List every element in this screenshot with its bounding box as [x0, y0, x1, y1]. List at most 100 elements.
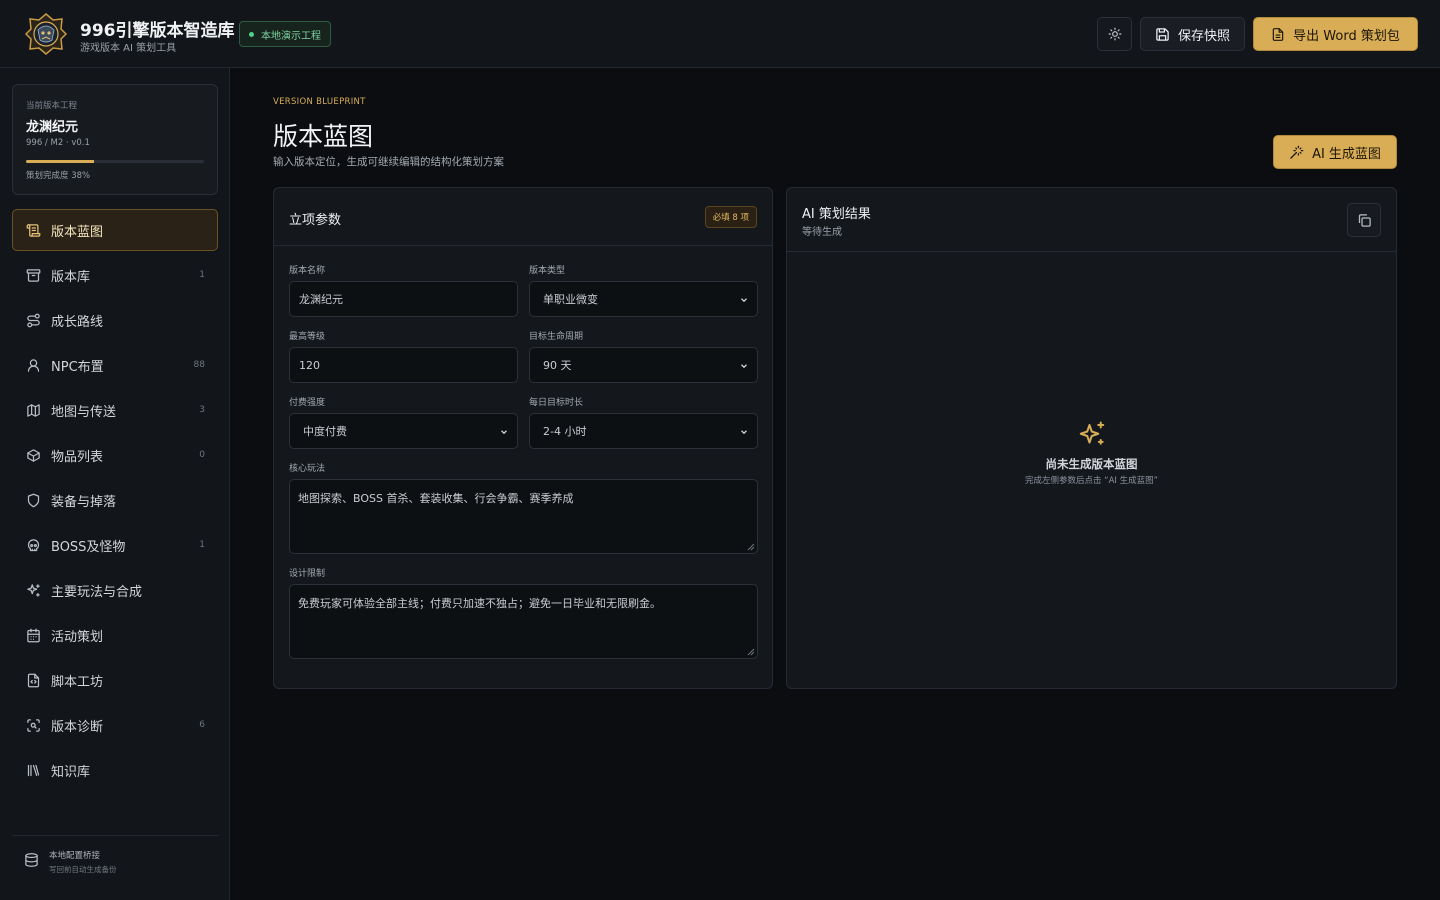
- version-name-label: 版本名称: [289, 266, 326, 276]
- sidebar-item-blueprint[interactable]: 版本蓝图: [12, 209, 218, 251]
- sidebar-item-label: 脚本工坊: [51, 674, 104, 690]
- document-icon: [1272, 27, 1284, 41]
- progress-text: 策划完成度 38%: [26, 171, 91, 181]
- export-word-label: 导出 Word 策划包: [1293, 28, 1400, 44]
- config-bridge-sub: 写回前自动生成备份: [49, 865, 117, 874]
- scan-icon: [25, 717, 41, 733]
- sidebar-item-equipment[interactable]: 装备与掉落: [12, 479, 218, 521]
- result-title: AI 策划结果: [802, 207, 871, 222]
- skull-icon: [25, 537, 41, 553]
- max-level-label: 最高等级: [289, 332, 326, 342]
- sidebar-item-label: 活动策划: [51, 629, 104, 645]
- ai-generate-label: AI 生成蓝图: [1312, 146, 1381, 162]
- sidebar-nav: 版本蓝图 版本库 1 成长路线 NPC布置 88 地图与传送 3 物品列表 0 …: [12, 209, 218, 794]
- sparkles-icon: [25, 582, 41, 598]
- sidebar-item-label: 主要玩法与合成: [51, 584, 143, 600]
- sidebar-item-npc[interactable]: NPC布置 88: [12, 344, 218, 386]
- sidebar-item-label: NPC布置: [51, 359, 104, 375]
- ai-generate-button[interactable]: AI 生成蓝图: [1273, 135, 1397, 169]
- progress-fill: [26, 160, 94, 163]
- calendar-icon: [25, 627, 41, 643]
- config-bridge-status: 本地配置桥接 写回前自动生成备份: [12, 835, 218, 885]
- resize-grip-icon[interactable]: [747, 543, 755, 551]
- export-word-button[interactable]: 导出 Word 策划包: [1253, 17, 1418, 51]
- pay-level-value: 中度付费: [303, 425, 347, 438]
- sidebar-item-events[interactable]: 活动策划: [12, 614, 218, 656]
- daily-time-select[interactable]: 2-4 小时: [529, 413, 758, 449]
- script-icon: [25, 672, 41, 688]
- ai-result-panel: AI 策划结果 等待生成 尚未生成版本蓝图 完成左侧参数后点击 “AI 生成蓝图…: [786, 187, 1397, 689]
- core-gameplay-textarea[interactable]: 地图探索、BOSS 首杀、套装收集、行会争霸、赛季养成: [289, 479, 758, 554]
- version-name-input[interactable]: 龙渊纪元: [289, 281, 518, 317]
- sidebar-item-knowledge[interactable]: 知识库: [12, 749, 218, 791]
- sun-icon: [1108, 27, 1121, 41]
- panel-title: 立项参数: [289, 213, 342, 228]
- daily-time-value: 2-4 小时: [543, 425, 587, 438]
- constraints-value: 免费玩家可体验全部主线；付费只加速不独占；避免一日毕业和无限刷金。: [298, 597, 661, 610]
- chevron-down-icon: [741, 298, 747, 303]
- page-subtitle: 输入版本定位，生成可继续编辑的结构化策划方案: [273, 156, 504, 168]
- sidebar-item-label: 装备与掉落: [51, 494, 117, 510]
- chevron-down-icon: [501, 430, 507, 435]
- library-icon: [25, 762, 41, 778]
- sidebar-item-label: 知识库: [51, 764, 91, 780]
- sidebar-item-label: 版本库: [51, 269, 91, 285]
- progress-track: [26, 160, 204, 163]
- database-icon: [25, 853, 38, 867]
- sidebar-item-count: 0: [199, 450, 205, 460]
- constraints-textarea[interactable]: 免费玩家可体验全部主线；付费只加速不独占；避免一日毕业和无限刷金。: [289, 584, 758, 659]
- sidebar-item-growth[interactable]: 成长路线: [12, 299, 218, 341]
- sidebar-item-scripts[interactable]: 脚本工坊: [12, 659, 218, 701]
- core-gameplay-value: 地图探索、BOSS 首杀、套装收集、行会争霸、赛季养成: [298, 492, 574, 505]
- top-bar: 996引擎版本智造库 游戏版本 AI 策划工具 本地演示工程 保存快照 导出 W…: [0, 0, 1440, 68]
- env-badge: 本地演示工程: [239, 21, 331, 47]
- lifecycle-select[interactable]: 90 天: [529, 347, 758, 383]
- lifecycle-label: 目标生命周期: [529, 332, 584, 342]
- lifecycle-value: 90 天: [543, 359, 572, 372]
- app-title: 996引擎版本智造库: [80, 21, 235, 41]
- chevron-down-icon: [741, 430, 747, 435]
- project-card[interactable]: 当前版本工程 龙渊纪元 996 / M2 · v0.1 策划完成度 38%: [12, 84, 218, 195]
- logo-icon: [24, 13, 68, 55]
- sidebar-item-items[interactable]: 物品列表 0: [12, 434, 218, 476]
- sidebar-item-count: 6: [199, 720, 205, 730]
- theme-toggle-button[interactable]: [1097, 17, 1132, 51]
- sidebar-item-gameplay[interactable]: 主要玩法与合成: [12, 569, 218, 611]
- sidebar-item-count: 3: [199, 405, 205, 415]
- package-icon: [25, 447, 41, 463]
- max-level-input[interactable]: 120: [289, 347, 518, 383]
- sidebar-item-versions[interactable]: 版本库 1: [12, 254, 218, 296]
- app-subtitle: 游戏版本 AI 策划工具: [80, 43, 177, 54]
- page-eyebrow: VERSION BLUEPRINT: [273, 97, 366, 107]
- sidebar-item-label: BOSS及怪物: [51, 539, 126, 555]
- pay-level-select[interactable]: 中度付费: [289, 413, 518, 449]
- user-icon: [25, 357, 41, 373]
- blueprint-icon: [25, 222, 41, 238]
- pay-level-label: 付费强度: [289, 398, 326, 408]
- core-gameplay-label: 核心玩法: [289, 464, 326, 474]
- copy-icon: [1358, 213, 1371, 227]
- sparkles-icon: [1079, 421, 1104, 445]
- copy-button[interactable]: [1347, 203, 1381, 237]
- sidebar-item-boss[interactable]: BOSS及怪物 1: [12, 524, 218, 566]
- required-badge: 必填 8 项: [704, 206, 757, 228]
- empty-state-title: 尚未生成版本蓝图: [1045, 457, 1138, 471]
- empty-state-subtitle: 完成左侧参数后点击 “AI 生成蓝图”: [1024, 476, 1159, 486]
- empty-state: 尚未生成版本蓝图 完成左侧参数后点击 “AI 生成蓝图”: [787, 420, 1396, 486]
- version-type-value: 单职业微变: [543, 293, 598, 306]
- archive-icon: [25, 267, 41, 283]
- save-icon: [1156, 27, 1169, 41]
- sidebar-item-label: 版本蓝图: [51, 224, 104, 240]
- resize-grip-icon[interactable]: [747, 648, 755, 656]
- env-badge-label: 本地演示工程: [261, 30, 321, 42]
- sidebar-item-diagnosis[interactable]: 版本诊断 6: [12, 704, 218, 746]
- version-name-value: 龙渊纪元: [299, 293, 343, 306]
- sidebar: 当前版本工程 龙渊纪元 996 / M2 · v0.1 策划完成度 38% 版本…: [0, 68, 230, 900]
- version-type-select[interactable]: 单职业微变: [529, 281, 758, 317]
- version-type-label: 版本类型: [529, 266, 566, 276]
- result-status: 等待生成: [802, 227, 842, 238]
- sidebar-item-maps[interactable]: 地图与传送 3: [12, 389, 218, 431]
- project-meta: 996 / M2 · v0.1: [26, 138, 90, 148]
- save-snapshot-button[interactable]: 保存快照: [1140, 17, 1245, 51]
- sidebar-item-label: 成长路线: [51, 314, 104, 330]
